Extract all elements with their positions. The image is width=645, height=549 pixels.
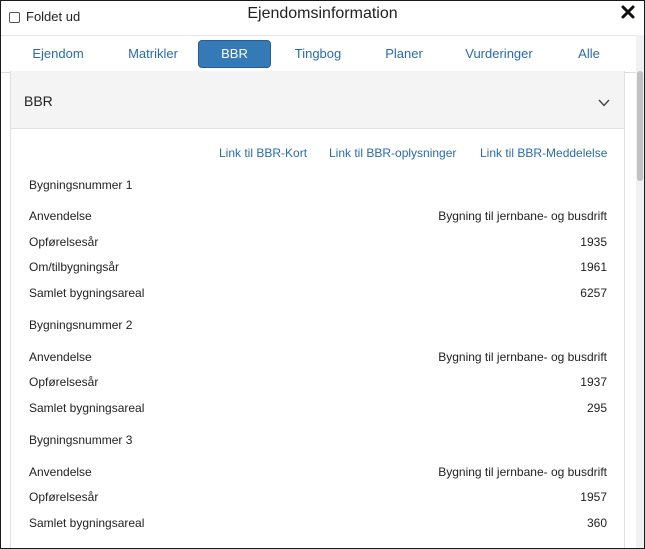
row-label: Samlet bygningsareal [29, 401, 145, 415]
row-label: Anvendelse [29, 465, 92, 479]
bbr-panel-header[interactable]: BBR [11, 71, 624, 129]
row-value: 1961 [580, 260, 607, 274]
row-label: Samlet bygningsareal [29, 286, 145, 300]
info-row: Samlet bygningsareal 295 [29, 401, 607, 417]
building-heading: Bygningsnummer 2 [29, 318, 133, 332]
info-row: Anvendelse Bygning til jernbane- og busd… [29, 209, 607, 225]
info-row: Om/tilbygningsår 1961 [29, 260, 607, 276]
info-row: Anvendelse Bygning til jernbane- og busd… [29, 465, 607, 481]
building-heading: Bygningsnummer 3 [29, 433, 133, 447]
dialog-header: Foldet ud Ejendomsinformation [1, 1, 644, 35]
row-label: Opførelsesår [29, 235, 99, 249]
info-row: Opførelsesår 1937 [29, 375, 607, 391]
row-label: Anvendelse [29, 350, 92, 364]
row-label: Opførelsesår [29, 375, 99, 389]
info-row: Samlet bygningsareal 360 [29, 516, 607, 532]
row-value: Bygning til jernbane- og busdrift [438, 465, 607, 479]
link-bbr-meddelelse[interactable]: Link til BBR-Meddelelse [480, 146, 607, 160]
tab-tingbog[interactable]: Tingbog [283, 40, 353, 68]
dialog-title: Ejendomsinformation [247, 5, 398, 22]
tab-planer[interactable]: Planer [371, 40, 437, 68]
tab-ejendom[interactable]: Ejendom [19, 40, 97, 68]
row-value: 1937 [580, 375, 607, 389]
row-value: Bygning til jernbane- og busdrift [438, 209, 607, 223]
row-value: 360 [586, 516, 607, 530]
bbr-panel: BBR Link til BBR-Kort Link til BBR-oplys… [10, 71, 625, 548]
property-info-dialog: Foldet ud Ejendomsinformation Ejendom Ma… [0, 0, 645, 549]
row-label: Anvendelse [29, 209, 92, 223]
tab-matrikler[interactable]: Matrikler [114, 40, 192, 68]
info-row: Samlet bygningsareal 6257 [29, 286, 607, 302]
tab-vurderinger[interactable]: Vurderinger [456, 40, 542, 68]
info-row: Opførelsesår 1935 [29, 235, 607, 251]
row-label: Samlet bygningsareal [29, 516, 145, 530]
info-row: Opførelsesår 1957 [29, 490, 607, 506]
row-value: 295 [586, 401, 607, 415]
row-value: 6257 [580, 286, 607, 300]
tab-bar: Ejendom Matrikler BBR Tingbog Planer Vur… [1, 35, 637, 73]
row-label: Om/tilbygningsår [29, 260, 120, 274]
close-icon[interactable] [620, 4, 636, 20]
tab-bbr[interactable]: BBR [198, 40, 271, 68]
row-label: Opførelsesår [29, 490, 99, 504]
row-value: 1957 [580, 490, 607, 504]
row-value: 1935 [580, 235, 607, 249]
scrollbar-thumb[interactable] [637, 71, 643, 181]
building-heading: Bygningsnummer 1 [29, 178, 133, 192]
chevron-down-icon[interactable] [598, 99, 610, 107]
vertical-scrollbar[interactable] [636, 35, 644, 548]
link-bbr-oplysninger[interactable]: Link til BBR-oplysninger [329, 146, 456, 160]
tab-alle[interactable]: Alle [566, 40, 612, 68]
panel-title: BBR [24, 93, 53, 109]
info-row: Anvendelse Bygning til jernbane- og busd… [29, 350, 607, 366]
link-bbr-kort[interactable]: Link til BBR-Kort [219, 146, 307, 160]
row-value: Bygning til jernbane- og busdrift [438, 350, 607, 364]
